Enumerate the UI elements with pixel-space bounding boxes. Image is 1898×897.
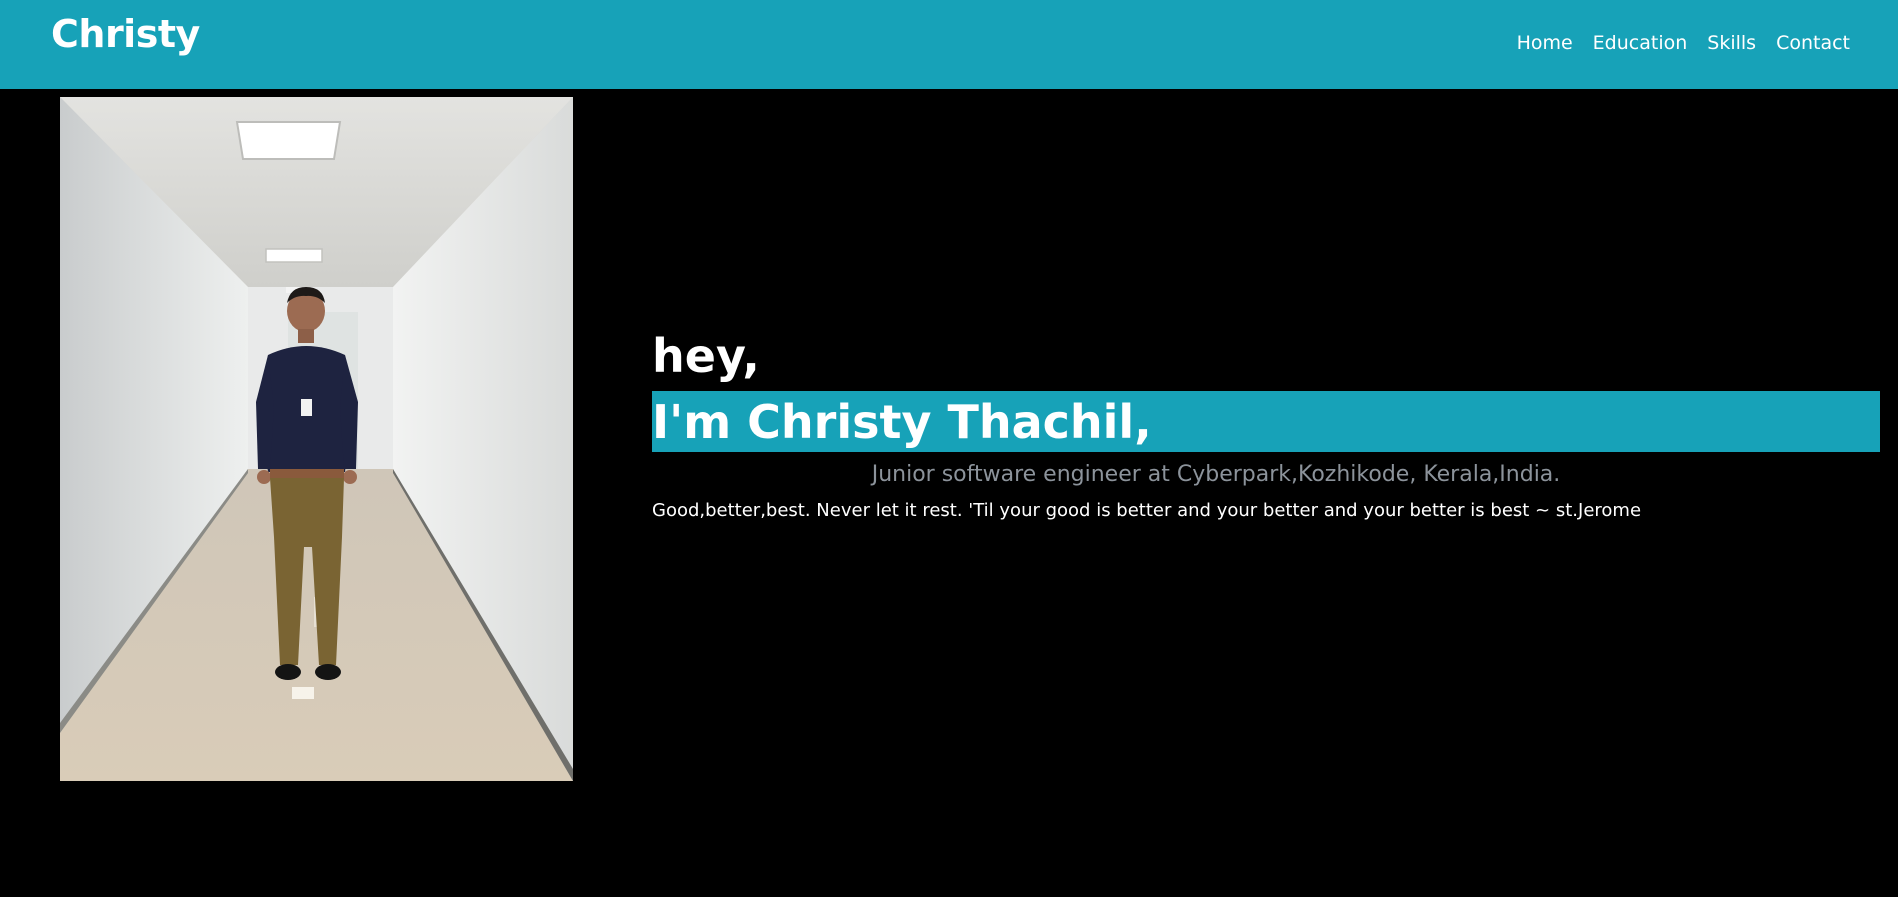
greeting-heading: hey, [652,329,760,383]
name-highlight-bar: I'm Christy Thachil, [652,391,1880,452]
nav-links: Home Education Skills Contact [1507,32,1860,54]
nav-link-skills[interactable]: Skills [1697,32,1766,54]
brand-logo-link[interactable]: Christy [51,12,200,56]
profile-photo [60,97,573,781]
nav-link-education[interactable]: Education [1583,32,1698,54]
job-title: Junior software engineer at Cyberpark,Ko… [871,462,1561,487]
quote-text: Good,better,best. Never let it rest. 'Ti… [652,500,1642,521]
name-heading: I'm Christy Thachil, [652,395,1152,449]
navbar: Christy Home Education Skills Contact [0,0,1898,89]
nav-link-contact[interactable]: Contact [1766,32,1860,54]
intro-section: hey, I'm Christy Thachil, Junior softwar… [652,325,1880,523]
nav-link-home[interactable]: Home [1507,32,1583,54]
